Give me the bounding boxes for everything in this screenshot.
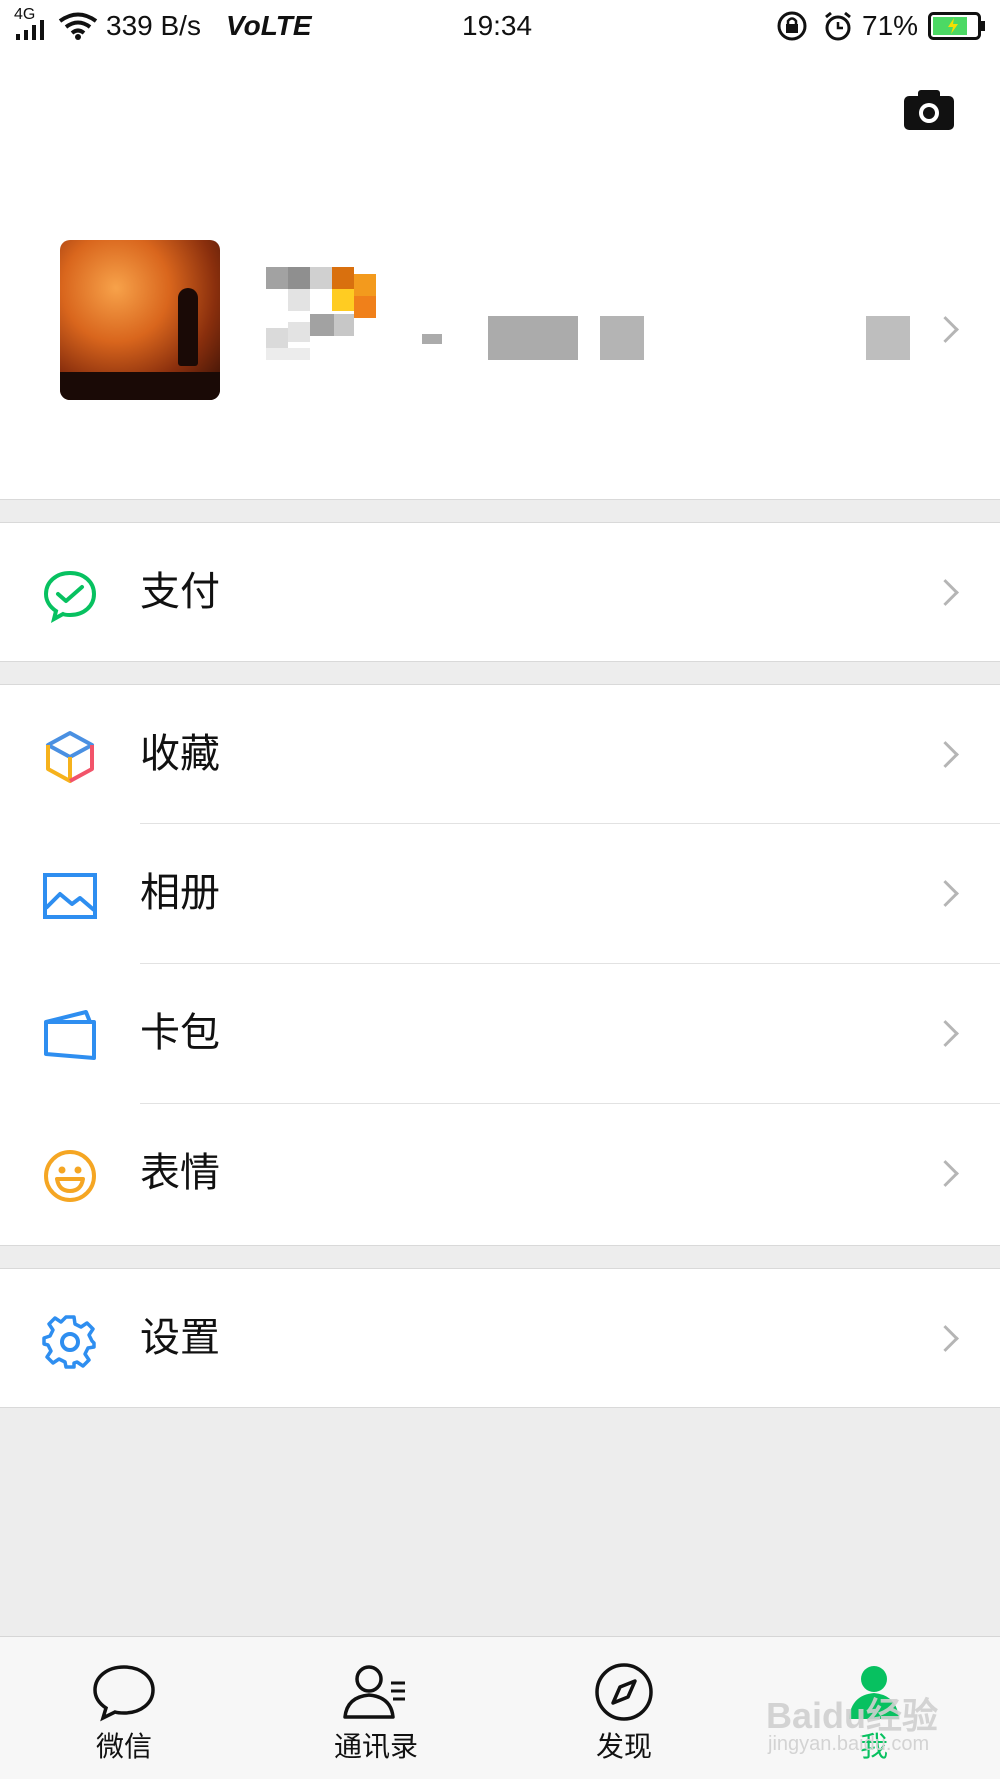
pay-section: 支付 xyxy=(0,522,1000,662)
pay-icon xyxy=(43,570,97,623)
gear-icon xyxy=(42,1315,96,1369)
settings-section: 设置 xyxy=(0,1268,1000,1408)
watermark-logo: Baidu经验 xyxy=(766,1695,939,1736)
signal-icon xyxy=(16,20,44,40)
profile-header[interactable] xyxy=(0,52,1000,500)
watermark-url: jingyan.baidu.com xyxy=(768,1733,930,1755)
status-time: 19:34 xyxy=(462,10,533,41)
chevron-right-icon xyxy=(932,1160,959,1187)
chevron-right-icon xyxy=(932,579,959,606)
menu-item-label: 收藏 xyxy=(140,731,220,777)
card-wallet-icon xyxy=(44,1010,96,1060)
avatar-ground xyxy=(60,372,220,400)
menu-item-favorites[interactable]: 收藏 xyxy=(0,685,1000,823)
chat-icon xyxy=(93,1665,155,1722)
network-speed: 339 B/s xyxy=(106,10,201,41)
alarm-icon xyxy=(825,11,851,41)
album-icon xyxy=(43,873,97,919)
volte-label: VoLTE xyxy=(226,10,312,41)
tab-bar: 微信 通讯录 发现 我 Baidu经验 jingyan.baidu.com xyxy=(0,1636,1000,1779)
menu-item-settings[interactable]: 设置 xyxy=(0,1269,1000,1407)
chevron-right-icon xyxy=(932,880,959,907)
favorites-icon xyxy=(46,731,94,783)
status-bar: 4G 339 B/s VoLTE 19:34 71% xyxy=(0,0,1000,52)
menu-item-label: 相册 xyxy=(140,870,220,916)
chevron-right-icon xyxy=(932,1325,959,1352)
tab-contacts[interactable]: 通讯录 xyxy=(296,1637,456,1779)
tab-label: 微信 xyxy=(95,1730,152,1763)
contacts-icon xyxy=(343,1665,405,1719)
menu-item-label: 表情 xyxy=(140,1150,220,1196)
tab-label: 通讯录 xyxy=(333,1730,418,1763)
menu-item-cards[interactable]: 卡包 xyxy=(0,964,1000,1102)
compass-icon xyxy=(595,1663,653,1721)
menu-item-label: 支付 xyxy=(140,569,220,615)
tab-chats[interactable]: 微信 xyxy=(44,1637,204,1779)
menu-item-album[interactable]: 相册 xyxy=(0,824,1000,962)
menu-item-label: 卡包 xyxy=(140,1010,220,1056)
chevron-right-icon xyxy=(932,1020,959,1047)
camera-icon[interactable] xyxy=(902,88,956,132)
battery-icon xyxy=(928,12,985,40)
chevron-right-icon xyxy=(932,741,959,768)
avatar-silhouette xyxy=(178,288,198,366)
menu-item-label: 设置 xyxy=(140,1315,220,1361)
smiley-icon xyxy=(44,1150,96,1202)
tab-discover[interactable]: 发现 xyxy=(544,1637,704,1779)
tab-label: 发现 xyxy=(595,1730,652,1763)
menu-item-pay[interactable]: 支付 xyxy=(0,523,1000,661)
profile-chevron-icon xyxy=(932,316,959,343)
rotation-lock-icon xyxy=(777,11,807,41)
wifi-icon xyxy=(58,12,98,40)
services-section: 收藏 相册 卡包 表情 xyxy=(0,684,1000,1246)
menu-item-stickers[interactable]: 表情 xyxy=(0,1104,1000,1242)
avatar[interactable] xyxy=(60,240,220,400)
battery-percent: 71% xyxy=(862,10,919,41)
